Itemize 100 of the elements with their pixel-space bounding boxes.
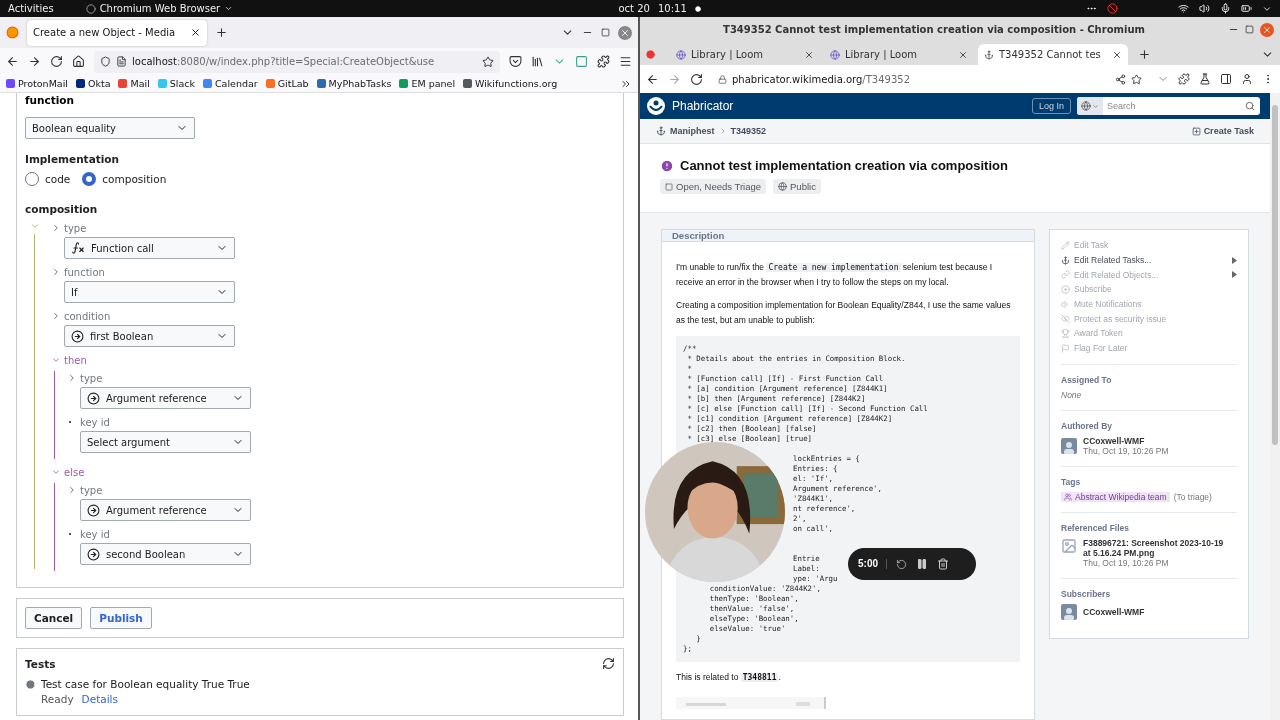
image-file-icon bbox=[1061, 537, 1077, 554]
breadcrumb[interactable]: Maniphest bbox=[670, 126, 715, 136]
activities-button[interactable]: Activities bbox=[8, 3, 54, 14]
dropdown[interactable]: first Boolean bbox=[64, 325, 235, 347]
star-icon[interactable] bbox=[1131, 73, 1142, 85]
library-icon[interactable] bbox=[531, 55, 544, 68]
restart-icon[interactable] bbox=[896, 558, 907, 570]
chevron-right-icon[interactable] bbox=[51, 311, 61, 321]
close-icon[interactable] bbox=[190, 27, 201, 38]
back-icon[interactable] bbox=[646, 72, 659, 86]
star-icon[interactable] bbox=[482, 55, 494, 68]
action-link[interactable]: Edit Related Tasks... bbox=[1061, 252, 1237, 268]
bookmark[interactable]: Okta bbox=[75, 78, 111, 89]
delete-icon[interactable] bbox=[937, 558, 949, 570]
create-task-link[interactable]: Create Task bbox=[1203, 126, 1254, 136]
browser-tab[interactable]: Create a new Object - Media bbox=[27, 19, 207, 46]
breadcrumb[interactable]: T349352 bbox=[730, 126, 767, 136]
radio-button[interactable] bbox=[25, 172, 39, 186]
maximize-icon[interactable] bbox=[1245, 25, 1254, 34]
bookmark[interactable]: EM panel bbox=[399, 78, 456, 89]
browser-tab[interactable]: Library | Loom bbox=[670, 44, 820, 65]
project-tag[interactable]: Abstract Wikipedia team bbox=[1061, 491, 1170, 502]
chevron-right-icon[interactable] bbox=[51, 223, 61, 233]
refresh-icon[interactable] bbox=[602, 657, 615, 670]
search-field[interactable]: Search bbox=[1077, 97, 1260, 115]
new-tab-icon[interactable] bbox=[215, 26, 228, 39]
dropdown[interactable]: Argument reference bbox=[80, 499, 251, 521]
globe-icon bbox=[778, 182, 788, 191]
browser-tab[interactable]: T349352 Cannot tes bbox=[978, 44, 1128, 65]
chevron-right-icon[interactable] bbox=[51, 267, 61, 277]
close-icon[interactable] bbox=[1112, 49, 1122, 60]
puzzle-icon[interactable] bbox=[597, 55, 610, 68]
bookmark[interactable]: ProtonMail bbox=[6, 78, 68, 89]
flask-icon[interactable] bbox=[1199, 73, 1211, 85]
radio-button[interactable] bbox=[82, 172, 97, 186]
pause-icon[interactable] bbox=[916, 558, 928, 570]
reload-icon[interactable] bbox=[50, 55, 63, 68]
new-tab-icon[interactable] bbox=[1138, 48, 1151, 61]
details-link[interactable]: Details bbox=[81, 693, 118, 705]
bookmark[interactable]: MyPhabTasks bbox=[316, 78, 392, 89]
login-button[interactable]: Log In bbox=[1031, 98, 1071, 114]
chevron-right-icon[interactable] bbox=[67, 373, 77, 383]
dropdown[interactable]: second Boolean bbox=[80, 543, 251, 565]
anchor-icon bbox=[1061, 255, 1070, 265]
chevron-right-icon[interactable] bbox=[67, 485, 77, 495]
side-panel-icon[interactable] bbox=[1220, 73, 1232, 85]
user-name[interactable]: CCoxwell-WMF bbox=[1083, 435, 1169, 446]
date-text[interactable]: oct 20 bbox=[618, 3, 650, 14]
bookmark[interactable]: Slack bbox=[157, 78, 195, 89]
cancel-button[interactable]: Cancel bbox=[25, 607, 83, 629]
people-icon bbox=[1064, 492, 1072, 501]
dropdown[interactable]: Select argument bbox=[80, 431, 251, 453]
section-title: Assigned To bbox=[1061, 374, 1113, 385]
key-label: condition bbox=[64, 310, 111, 322]
pocket-icon[interactable] bbox=[509, 55, 522, 68]
share-icon[interactable] bbox=[1115, 73, 1126, 85]
menu-icon[interactable] bbox=[619, 55, 632, 68]
clock-text[interactable]: 10:11 bbox=[657, 3, 687, 14]
file-link[interactable]: F38896721: Screenshot 2023-10-19 at 5.16.24 PM.png bbox=[1083, 537, 1233, 558]
bookmark[interactable]: GitLab bbox=[265, 78, 309, 89]
back-icon[interactable] bbox=[6, 55, 19, 68]
reload-icon[interactable] bbox=[690, 72, 703, 86]
address-bar[interactable]: localhost:8080/w/index.php?title=Special:CreateObject&use bbox=[94, 50, 500, 73]
speaker-icon bbox=[1061, 299, 1070, 309]
url-path: :8080/w/index.php?title=Special:CreateObject&use bbox=[176, 56, 435, 67]
bookmark[interactable]: Calendar bbox=[203, 78, 258, 89]
section-heading: Implementation bbox=[25, 153, 121, 165]
battery-icon bbox=[1241, 3, 1252, 14]
bookmark[interactable]: Wikifunctions.org bbox=[463, 78, 558, 89]
maximize-icon[interactable] bbox=[601, 28, 610, 37]
puzzle-icon[interactable] bbox=[1178, 73, 1190, 85]
app-menu[interactable]: Chromium Web Browser bbox=[99, 3, 221, 14]
radio-label: code bbox=[45, 173, 71, 185]
user-name[interactable]: CCoxwell-WMF bbox=[1083, 606, 1145, 617]
close-icon[interactable] bbox=[958, 49, 968, 60]
dropdown[interactable]: Boolean equality bbox=[25, 117, 195, 139]
caret-icon[interactable] bbox=[224, 4, 234, 13]
test-name: Test case for Boolean equality True True bbox=[41, 678, 250, 690]
mic-icon bbox=[1220, 3, 1231, 14]
dropdown[interactable]: If bbox=[64, 281, 235, 303]
field-label: function bbox=[25, 94, 76, 106]
profile-icon[interactable] bbox=[1241, 73, 1253, 85]
date-text: Thu, Oct 19, 10:26 PM bbox=[1083, 557, 1170, 568]
home-icon[interactable] bbox=[72, 55, 85, 68]
key-label: key id bbox=[80, 528, 110, 540]
app-name: Phabricator bbox=[672, 99, 735, 113]
close-icon[interactable] bbox=[804, 49, 814, 60]
dropdown[interactable]: Function call bbox=[64, 237, 235, 259]
anchor-icon bbox=[984, 49, 994, 60]
publish-button[interactable]: Publish bbox=[90, 607, 152, 629]
logo-icon bbox=[646, 96, 666, 116]
browser-tab[interactable]: Library | Loom bbox=[824, 44, 974, 65]
key-label: else bbox=[64, 466, 85, 478]
eye-off-icon bbox=[1061, 314, 1070, 324]
dropdown[interactable]: Argument reference bbox=[80, 387, 251, 409]
bookmark[interactable]: Mail bbox=[118, 78, 150, 89]
shield-icon bbox=[100, 56, 111, 67]
wifi-icon bbox=[1178, 3, 1189, 14]
forward-icon[interactable] bbox=[28, 55, 41, 68]
globe-icon[interactable] bbox=[1081, 101, 1091, 111]
